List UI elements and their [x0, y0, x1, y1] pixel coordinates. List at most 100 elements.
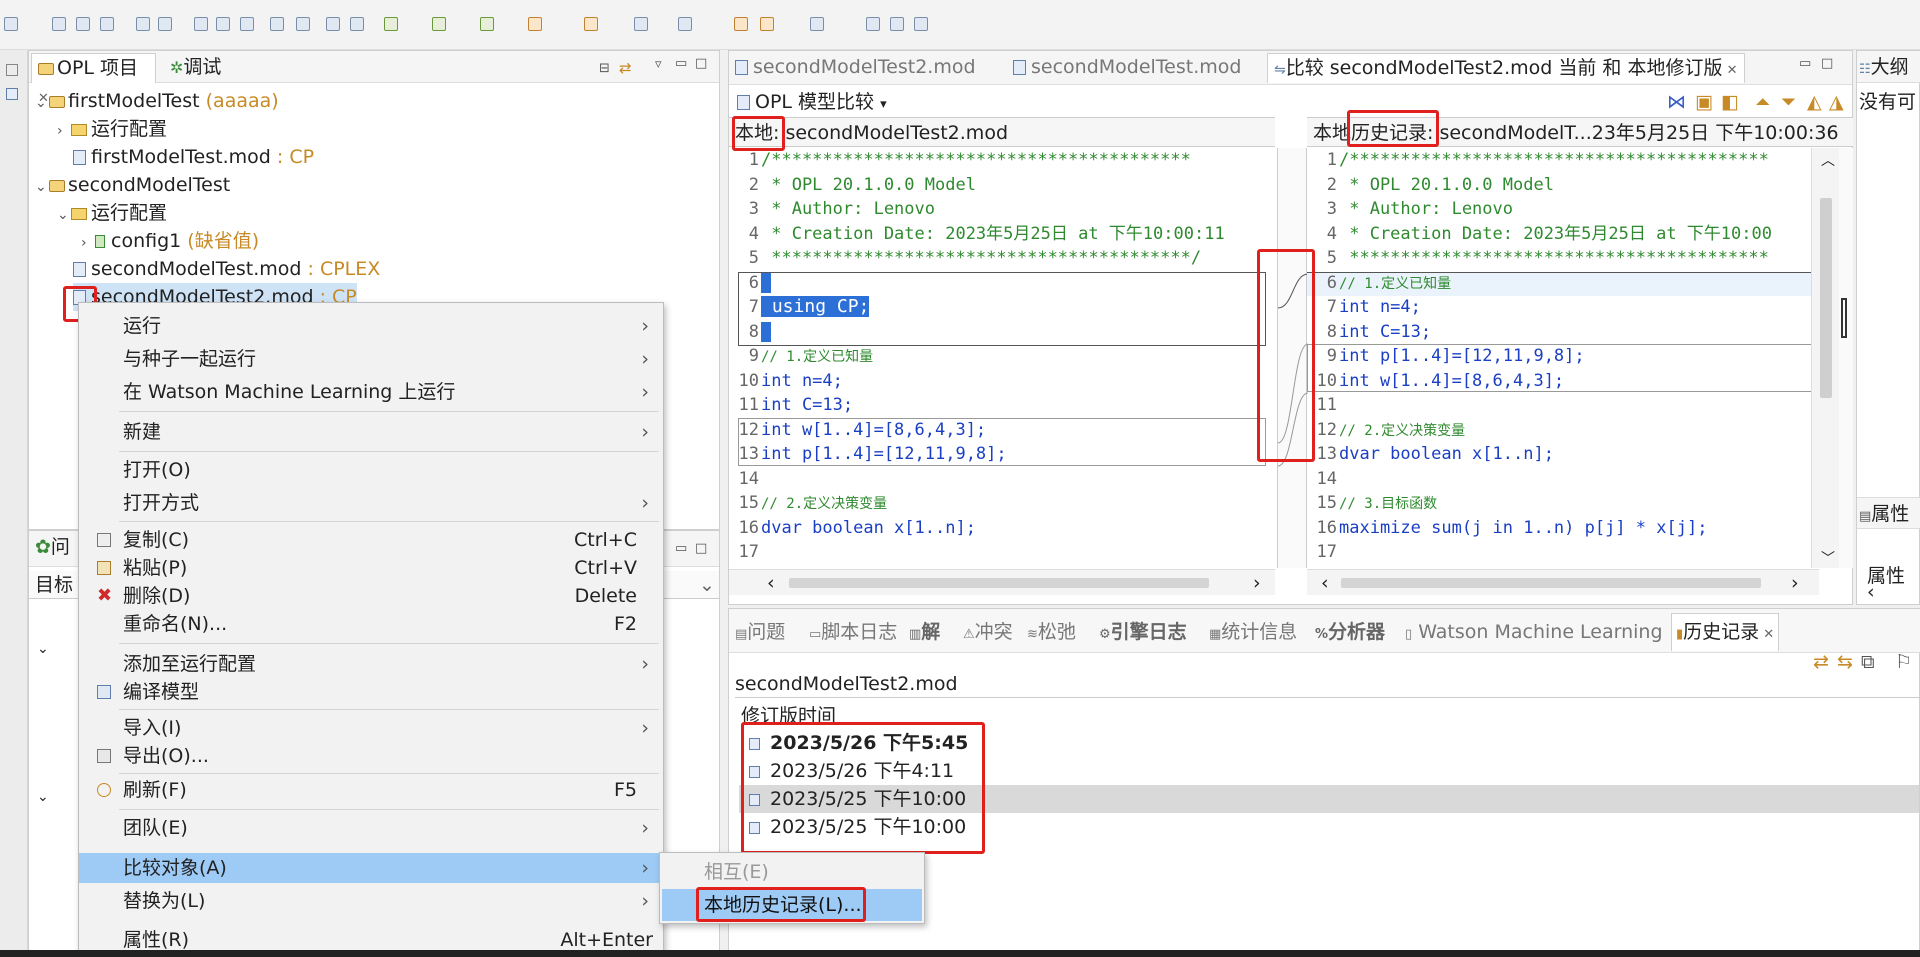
scroll-up-icon[interactable]: ︿: [1821, 150, 1835, 170]
forward-gray-icon[interactable]: [810, 17, 824, 31]
tree-toggle-2[interactable]: ⌄: [37, 789, 49, 805]
tab-history[interactable]: ▮历史记录 ✕: [1671, 613, 1780, 651]
tab-properties[interactable]: ▤属性: [1857, 497, 1920, 529]
tab-problems[interactable]: ✿问: [29, 533, 76, 563]
sort-icon[interactable]: [270, 17, 284, 31]
scroll-thumb[interactable]: [1820, 198, 1832, 398]
chevron-down-icon[interactable]: ⌄: [35, 173, 49, 201]
scroll-left-icon[interactable]: ‹: [1867, 581, 1875, 603]
right-horizontal-scrollbar[interactable]: ‹ ›: [1307, 569, 1819, 595]
sort-desc-icon[interactable]: [296, 17, 310, 31]
chevron-right-icon[interactable]: ›: [57, 117, 71, 145]
menu-item-compare-with[interactable]: 比较对象(A) ›: [79, 853, 663, 883]
menu-item-paste[interactable]: 粘贴(P) Ctrl+V: [79, 553, 663, 583]
maximize-icon[interactable]: □: [695, 56, 707, 71]
scroll-down-icon[interactable]: ﹀: [1821, 548, 1835, 568]
tab-compare[interactable]: ⇋比较 secondModelTest2.mod 当前 和 本地修订版 ✕: [1267, 53, 1745, 83]
tree-file-firstmodeltest[interactable]: firstModelTest.mod : CP: [73, 143, 314, 171]
tree-run-config[interactable]: › 运行配置: [57, 115, 167, 143]
columns-icon[interactable]: [326, 17, 340, 31]
pin-icon[interactable]: ⚐: [1895, 651, 1912, 673]
tab-debug[interactable]: ✲调试: [164, 53, 227, 83]
close-icon[interactable]: ✕: [1759, 627, 1774, 642]
scroll-thumb[interactable]: [789, 578, 1209, 588]
tree-config1[interactable]: › config1 (缺省值): [81, 227, 259, 255]
next-annotation-icon[interactable]: [634, 17, 648, 31]
scroll-thumb[interactable]: [1341, 578, 1761, 588]
tab-solutions[interactable]: ▥解: [909, 617, 940, 647]
minimize-icon[interactable]: ▭: [675, 541, 687, 556]
collapse-all-icon[interactable]: ⊟: [599, 61, 610, 76]
right-code-pane[interactable]: 1/**************************************…: [1307, 148, 1819, 568]
menu-item-compile-model[interactable]: 编译模型: [79, 677, 663, 707]
menu-item-delete[interactable]: ✖ 删除(D) Delete: [79, 581, 663, 611]
tab-secondmodeltest[interactable]: secondModelTest.mod: [1007, 53, 1247, 83]
tab-engine-log[interactable]: ⚙引擎日志: [1099, 617, 1187, 647]
copy-right-icon[interactable]: ▣: [1695, 89, 1713, 115]
view-menu-icon[interactable]: ▿: [655, 57, 662, 72]
menu-item-export[interactable]: 导出(O)...: [79, 741, 663, 771]
close-icon[interactable]: ✕: [1722, 63, 1738, 78]
tree-file-secondmodeltest[interactable]: secondModelTest.mod : CPLEX: [73, 255, 380, 283]
prev-diff-icon[interactable]: ⏷: [1781, 89, 1796, 115]
tab-statistics[interactable]: ▦统计信息: [1209, 617, 1297, 647]
tab-problems[interactable]: ▤问题: [735, 617, 785, 647]
save-all-icon[interactable]: [76, 17, 90, 31]
chevron-down-icon[interactable]: ▾: [880, 97, 887, 112]
scroll-left-icon[interactable]: ‹: [1321, 572, 1329, 594]
menu-item-new[interactable]: 新建 ›: [79, 417, 663, 447]
copy-left-icon[interactable]: ◧: [1721, 89, 1739, 115]
menu-item-add-to-run-config[interactable]: 添加至运行配置 ›: [79, 649, 663, 679]
print-icon[interactable]: [100, 17, 114, 31]
menu-item-team[interactable]: 团队(E) ›: [79, 813, 663, 843]
next-diff-icon[interactable]: ⏶: [1755, 89, 1770, 115]
restore-icon[interactable]: [6, 64, 18, 76]
forward-icon[interactable]: [760, 17, 774, 31]
paste-icon[interactable]: [240, 17, 254, 31]
maximize-icon[interactable]: □: [1821, 56, 1833, 71]
menu-item-replace-with[interactable]: 替换为(L) ›: [79, 886, 663, 916]
chevron-down-icon[interactable]: ⌄: [35, 89, 49, 117]
new-icon[interactable]: [4, 17, 18, 31]
copy-icon[interactable]: [216, 17, 230, 31]
scroll-right-icon[interactable]: ›: [1791, 572, 1799, 594]
search-icon[interactable]: [890, 17, 904, 31]
vertical-scrollbar[interactable]: ︿ ﹀: [1811, 148, 1841, 568]
compare-type-dropdown[interactable]: OPL 模型比较: [755, 91, 874, 113]
menu-item-open[interactable]: 打开(O): [79, 455, 663, 485]
minimized-view-icon[interactable]: [6, 88, 18, 100]
run-icon[interactable]: [432, 17, 446, 31]
menu-item-run[interactable]: 运行 ›: [79, 311, 663, 341]
compare-icon[interactable]: ⧉: [1861, 651, 1875, 673]
submenu-item-local-history[interactable]: 本地历史记录(L)...: [662, 889, 922, 921]
tab-outline[interactable]: ☷大纲: [1857, 51, 1920, 83]
history-row[interactable]: 2023/5/26 下午4:11: [739, 757, 1919, 785]
menu-item-import[interactable]: 导入(I) ›: [79, 713, 663, 743]
menu-item-open-with[interactable]: 打开方式 ›: [79, 488, 663, 518]
maximize-icon[interactable]: □: [695, 541, 707, 556]
debug-icon[interactable]: [384, 17, 398, 31]
chevron-right-icon[interactable]: ›: [81, 229, 95, 257]
run-config-icon[interactable]: [480, 17, 494, 31]
redo-icon[interactable]: [158, 17, 172, 31]
tab-conflicts[interactable]: ⚠冲突: [963, 617, 1013, 647]
pin-icon[interactable]: [866, 17, 880, 31]
tab-watson-ml[interactable]: ▯ Watson Machine Learning: [1405, 617, 1663, 647]
menu-item-run-with-seed[interactable]: 与种子一起运行 ›: [79, 344, 663, 374]
tab-script-log[interactable]: ▭脚本日志: [809, 617, 897, 647]
tools-icon[interactable]: [914, 17, 928, 31]
left-horizontal-scrollbar[interactable]: ‹ ›: [729, 569, 1275, 595]
tree-toggle-1[interactable]: ⌄: [37, 641, 49, 657]
scroll-right-icon[interactable]: ›: [1253, 572, 1261, 594]
history-row[interactable]: 2023/5/26 下午5:45: [739, 729, 1919, 757]
menu-item-copy[interactable]: 复制(C) Ctrl+C: [79, 525, 663, 555]
compare-mode-icon[interactable]: ⋈: [1667, 89, 1686, 115]
link-editor-icon[interactable]: ⇄: [619, 59, 632, 77]
menu-item-rename[interactable]: 重命名(N)... F2: [79, 609, 663, 639]
tab-profiler[interactable]: %分析器: [1315, 617, 1385, 647]
history-row[interactable]: 2023/5/25 下午10:00: [739, 813, 1919, 841]
menu-item-refresh[interactable]: 刷新(F) F5: [79, 775, 663, 805]
tree-project-firstmodeltest[interactable]: ⌄ firstModelTest (aaaaa): [35, 87, 279, 115]
tree-project-secondmodeltest[interactable]: ⌄ secondModelTest: [35, 171, 230, 199]
external-tools-icon[interactable]: [528, 17, 542, 31]
